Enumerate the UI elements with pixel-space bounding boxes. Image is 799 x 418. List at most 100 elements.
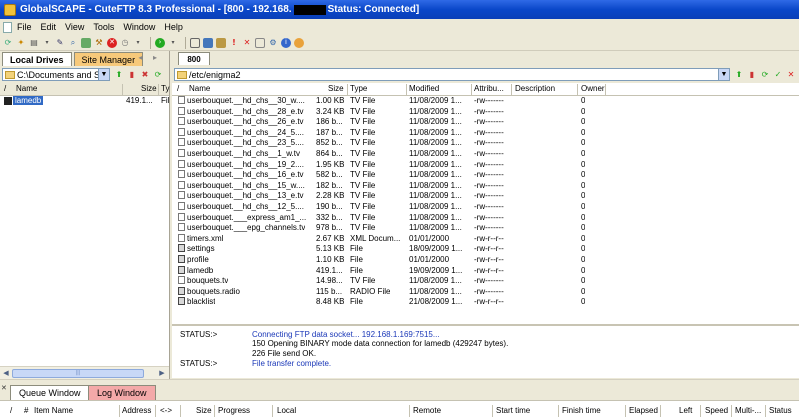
column-local[interactable]: Local [277,406,296,415]
column-index[interactable]: # [24,406,28,415]
script-icon[interactable] [81,37,91,48]
dropdown-icon[interactable]: ▾ [168,38,178,48]
up-folder-icon[interactable]: ⬆ [734,70,744,80]
bookmark-icon[interactable]: ▮ [747,70,757,80]
properties-icon[interactable] [255,37,265,48]
column-left[interactable]: Left [679,406,692,415]
column-sort[interactable]: / [4,84,6,93]
table-row[interactable]: userbouquet.__hd_chs__26_e.tv 186 b... TV … [172,117,799,128]
column-size[interactable]: Size [328,84,344,93]
up-folder-icon[interactable]: ⬆ [114,70,124,80]
list-item[interactable]: lamedb 419.1... Fil [0,96,169,106]
table-row[interactable]: bouquets.radio 115 b... RADIO File 11/08/20… [172,286,799,298]
table-row[interactable]: profile 1.10 KB File 01/01/2000 -rw-r--r-- 0 [172,254,799,266]
tab-remote-session[interactable]: 800 [178,52,210,65]
table-row[interactable]: userbouquet.__hd_chs__30_w.... 1.00 KB TV … [172,96,799,107]
table-row[interactable]: userbouquet.__hd_chs__24_5.... 187 b... TV… [172,127,799,139]
column-speed[interactable]: Speed [705,406,728,415]
column-multi[interactable]: Multi-... [735,406,761,415]
new-icon[interactable]: ▤ [29,38,39,48]
column-item-name[interactable]: Item Name [34,406,73,415]
filter-icon[interactable]: ✓ [773,70,783,80]
column-start-time[interactable]: Start time [496,406,530,415]
table-row[interactable]: userbouquet.___epg_channels.tv 978 b... TV… [172,223,799,234]
dropdown-icon[interactable]: ▾ [133,38,143,48]
column-type[interactable]: Type [350,84,367,93]
queue-icon[interactable] [216,37,226,48]
column-name[interactable]: Name [16,84,37,93]
table-row[interactable]: userbouquet.__hd_chs__15_w.... 182 b... TV… [172,180,799,192]
column-elapsed[interactable]: Elapsed [629,406,658,415]
column-description[interactable]: Description [515,84,555,93]
wizard-icon[interactable]: ✦ [16,38,26,48]
delete-icon[interactable]: ✖ [140,70,150,80]
horizontal-scrollbar[interactable]: ◀ ||| ▶ [0,366,169,379]
menu-view[interactable]: View [65,22,84,32]
settings-icon[interactable]: ⚙ [268,38,278,48]
tab-queue-window[interactable]: Queue Window [10,385,90,400]
tab-site-manager[interactable]: Site Manager [73,52,144,66]
connect-icon[interactable]: ⟳ [3,38,13,48]
remote-path-combo[interactable]: /etc/enigma2 ▼ [174,68,730,81]
scroll-left-icon[interactable]: ◀ [0,367,12,379]
menu-edit[interactable]: Edit [41,22,57,32]
column-finish-time[interactable]: Finish time [562,406,601,415]
dropdown-icon[interactable]: ▾ [42,38,52,48]
column-size[interactable]: Size [141,84,157,93]
column-type[interactable]: Ty [161,84,169,93]
menu-window[interactable]: Window [123,22,155,32]
column-address[interactable]: Address [122,406,151,415]
find-icon[interactable]: ⌕ [68,38,78,48]
table-row[interactable]: userbouquet.__hd_chs__1_w.tv 864 b... TV F… [172,148,799,160]
column-sort[interactable]: / [10,406,12,415]
table-row[interactable]: userbouquet.__hd_chs__13_e.tv 2.28 KB TV F… [172,191,799,202]
menu-tools[interactable]: Tools [93,22,114,32]
stop-icon[interactable]: ✕ [107,37,117,48]
table-row[interactable]: timers.xml 2.67 KB XML Docum... 01/01/2000 -… [172,233,799,245]
menu-help[interactable]: Help [164,22,183,32]
table-row[interactable]: userbouquet.___express_am1_... 332 b... TV… [172,212,799,224]
chevron-down-icon[interactable]: ▼ [718,69,729,80]
edit-icon[interactable]: ✎ [55,38,65,48]
column-direction[interactable]: <-> [160,406,172,415]
column-owner[interactable]: Owner [581,84,605,93]
table-row[interactable]: userbouquet.__hd_chs__23_5.... 852 b... TV… [172,138,799,149]
column-name[interactable]: Name [189,84,210,93]
tab-log-window[interactable]: Log Window [88,385,156,400]
reload-icon[interactable]: ◷ [120,38,130,48]
table-row[interactable]: userbouquet.__hd_chs__19_2.... 1.95 KB TV … [172,159,799,171]
table-row[interactable]: userbouquet.__hd_chs__12_5.... 190 b... TV… [172,201,799,213]
chevron-down-icon[interactable]: ▼ [98,69,109,80]
delete-icon[interactable]: ✕ [242,38,252,48]
disconnect-icon[interactable]: ✕ [786,70,796,80]
go-icon[interactable]: › [155,37,165,48]
alert-icon[interactable]: ! [229,38,239,48]
table-row[interactable]: bouquets.tv 14.98... TV File 11/08/2009 1..… [172,276,799,287]
refresh-icon[interactable]: ⟳ [153,70,163,80]
column-size[interactable]: Size [196,406,212,415]
column-remote[interactable]: Remote [413,406,441,415]
column-modified[interactable]: Modified [409,84,439,93]
column-status[interactable]: Status [769,406,792,415]
table-row[interactable]: userbouquet.__hd_chs__28_e.tv 3.24 KB TV F… [172,106,799,118]
column-progress[interactable]: Progress [218,406,250,415]
copy-icon[interactable] [190,37,200,48]
bookmark-icon[interactable]: ▮ [127,70,137,80]
column-attributes[interactable]: Attribu... [474,84,504,93]
table-row[interactable]: lamedb 419.1... File 19/09/2009 1... -rw-r--… [172,265,799,277]
refresh-icon[interactable]: ⟳ [760,70,770,80]
table-row[interactable]: blacklist 8.48 KB File 21/08/2009 1... -rw-r… [172,297,799,308]
menu-file[interactable]: File [17,22,32,32]
close-icon[interactable]: ✕ [1,384,7,392]
tab-scroll-arrows-icon[interactable]: ◂ ▸ [138,53,161,62]
tab-local-drives[interactable]: Local Drives [2,52,72,66]
tools-icon[interactable]: ⚒ [94,38,104,48]
scroll-right-icon[interactable]: ▶ [156,367,168,379]
monitor-icon[interactable] [203,37,213,48]
info-icon[interactable]: i [281,37,291,48]
scroll-thumb[interactable]: ||| [12,368,144,378]
table-row[interactable]: settings 5.13 KB File 18/09/2009 1... -rw-r-… [172,244,799,255]
table-row[interactable]: userbouquet.__hd_chs__16_e.tv 582 b... TV … [172,170,799,181]
local-path-combo[interactable]: C:\Documents and Set ▼ [2,68,110,81]
column-sort[interactable]: / [177,84,179,93]
